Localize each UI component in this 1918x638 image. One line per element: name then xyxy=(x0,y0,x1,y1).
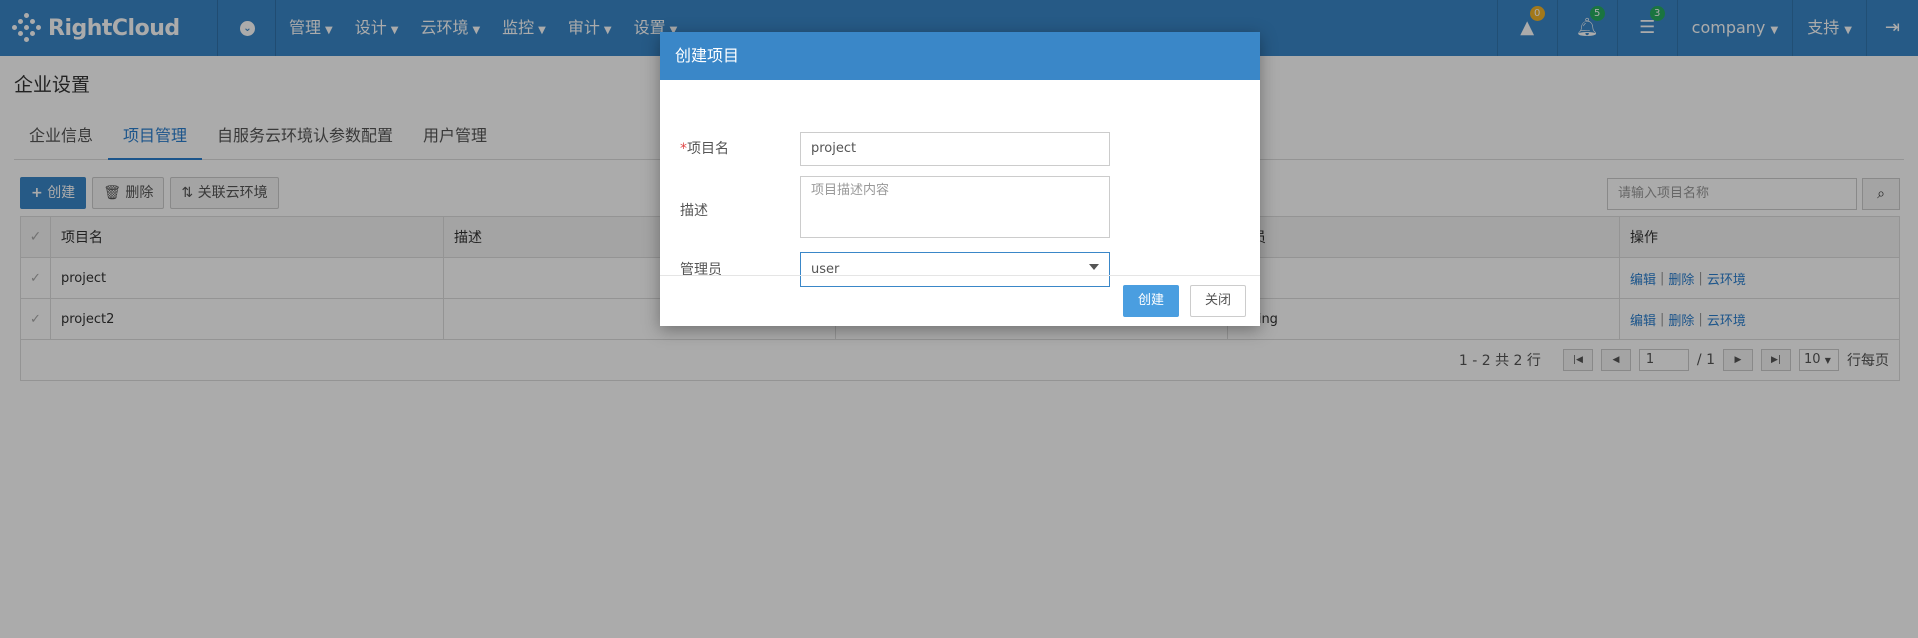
dialog-footer: 创建 关闭 xyxy=(660,275,1260,326)
project-name-label: *项目名 xyxy=(680,141,729,157)
confirm-create-button[interactable]: 创建 xyxy=(1123,285,1180,317)
project-name-field[interactable]: project xyxy=(800,132,1110,166)
dialog-title: 创建项目 xyxy=(660,32,1260,80)
description-label: 描述 xyxy=(680,203,708,219)
close-button[interactable]: 关闭 xyxy=(1190,285,1247,317)
caret-down-icon xyxy=(1089,264,1099,270)
create-project-dialog: 创建项目 *项目名 project 描述 项目描述内容 管理员 user 创建 … xyxy=(660,32,1260,326)
description-textarea[interactable]: 项目描述内容 xyxy=(800,176,1110,238)
project-name-row xyxy=(660,80,1260,136)
